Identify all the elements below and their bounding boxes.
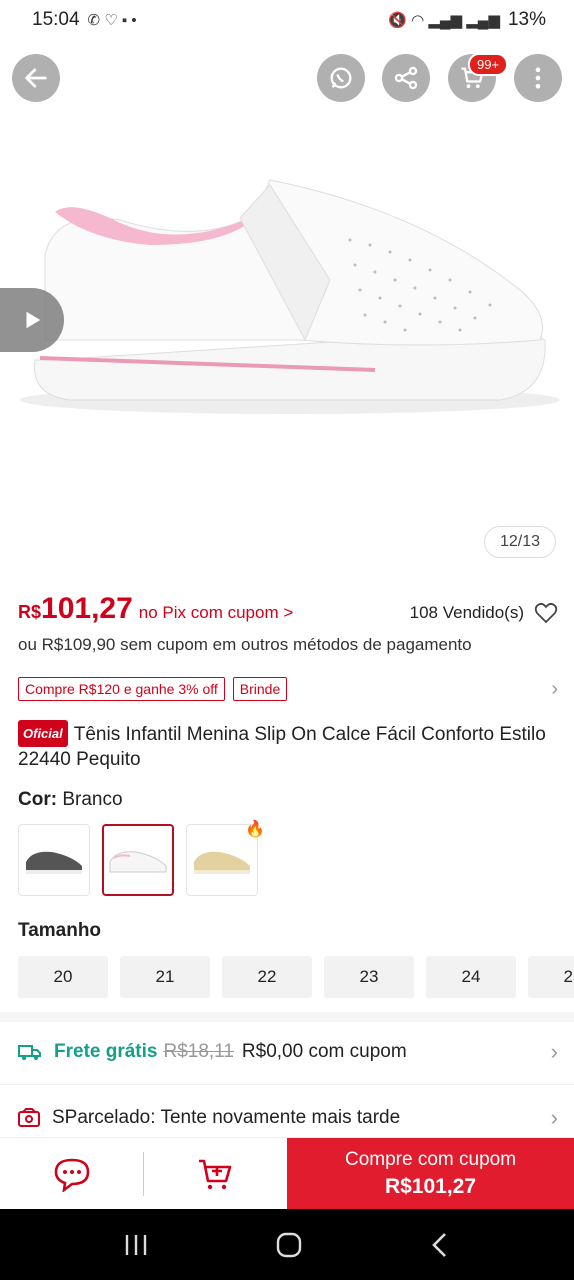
installments-row[interactable]: SParcelado: Tente novamente mais tarde › xyxy=(18,1098,558,1138)
product-title-text: Tênis Infantil Menina Slip On Calce Fáci… xyxy=(18,724,546,770)
buy-button-price: R$101,27 xyxy=(384,1175,477,1198)
color-swatch-black[interactable] xyxy=(18,824,90,896)
alt-price-text: ou R$109,90 sem cupom em outros métodos … xyxy=(18,635,472,654)
installment-icon xyxy=(18,1108,40,1127)
color-label: Cor: Branco xyxy=(18,789,123,811)
promo-tag[interactable]: Compre R$120 e ganhe 3% off xyxy=(18,677,225,701)
chat-icon xyxy=(54,1158,89,1192)
back-nav-icon[interactable] xyxy=(429,1232,451,1258)
heart-icon[interactable] xyxy=(534,602,558,624)
system-nav-bar xyxy=(0,1209,574,1280)
chevron-right-icon: › xyxy=(550,1039,558,1064)
size-option[interactable]: 20 xyxy=(18,956,108,998)
arrow-left-icon xyxy=(25,68,47,88)
whatsapp-icon xyxy=(330,67,352,89)
play-video-button[interactable] xyxy=(0,288,64,352)
play-icon xyxy=(26,311,41,329)
product-image xyxy=(20,179,560,414)
chevron-right-icon: › xyxy=(550,1105,558,1130)
size-option[interactable]: 21 xyxy=(120,956,210,998)
old-shipping-price: R$18,11 xyxy=(163,1041,234,1062)
clock: 15:04 xyxy=(32,9,80,30)
signal-icons: 🔇 ◠ ▂▄▆ ▂▄▆ xyxy=(388,12,500,29)
chat-button[interactable] xyxy=(0,1138,143,1210)
color-swatch-gold[interactable]: 🔥 xyxy=(186,821,265,896)
fire-icon: 🔥 xyxy=(245,821,265,838)
section-divider xyxy=(0,1012,574,1022)
shipping-row[interactable]: Frete grátis R$18,11 R$0,00 com cupom › xyxy=(18,1032,558,1072)
promo-tags[interactable]: Compre R$120 e ganhe 3% off Brinde › xyxy=(18,676,558,702)
installments-text: SParcelado: Tente novamente mais tarde xyxy=(52,1107,401,1128)
sold-count-text: 108 Vendido(s) xyxy=(409,603,524,622)
price-value: 101,27 xyxy=(41,592,133,625)
size-options: 20 21 22 23 24 25 xyxy=(18,956,574,998)
more-vertical-icon xyxy=(535,67,541,89)
buy-with-coupon-button[interactable]: Compre com cupom R$101,27 xyxy=(287,1138,574,1210)
share-icon xyxy=(394,66,418,90)
battery-level: 13% xyxy=(507,9,546,30)
color-swatch-white[interactable] xyxy=(102,824,174,896)
pix-coupon-link[interactable]: no Pix com cupom > xyxy=(139,603,294,623)
free-shipping-label: Frete grátis xyxy=(54,1041,158,1062)
gift-tag[interactable]: Brinde xyxy=(232,677,288,701)
more-options-button[interactable] xyxy=(514,54,562,102)
product-title: Oficial Tênis Infantil Menina Slip On Cal… xyxy=(18,720,562,772)
truck-icon xyxy=(18,1045,41,1060)
price-row: R$ 101,27 no Pix com cupom > 108 Vendido… xyxy=(18,592,558,632)
back-button[interactable] xyxy=(12,54,60,102)
add-to-cart-icon xyxy=(198,1159,231,1190)
cart-count-badge: 99+ xyxy=(468,53,509,76)
bottom-action-bar: Compre com cupom R$101,27 xyxy=(0,1137,574,1210)
image-counter: 12/13 xyxy=(484,526,556,558)
sold-count: 108 Vendido(s) xyxy=(410,602,558,624)
home-icon[interactable] xyxy=(275,1231,303,1259)
size-option[interactable]: 25 xyxy=(528,956,574,998)
status-bar: 15:04 ✆ ♡ ▪ • 🔇 ◠ ▂▄▆ ▂▄▆ 13% xyxy=(0,0,574,40)
size-option[interactable]: 22 xyxy=(222,956,312,998)
size-label: Tamanho xyxy=(18,920,102,941)
color-label-key: Cor: xyxy=(18,789,58,810)
row-divider xyxy=(0,1084,574,1085)
whatsapp-share-button[interactable] xyxy=(317,54,365,102)
product-gallery[interactable]: 99+ 12/13 xyxy=(0,40,574,580)
swatch-image xyxy=(109,851,167,873)
new-shipping-price: R$0,00 com cupom xyxy=(241,1041,407,1062)
color-value: Branco xyxy=(62,789,123,810)
size-option[interactable]: 23 xyxy=(324,956,414,998)
recent-apps-icon[interactable] xyxy=(123,1233,149,1257)
share-button[interactable] xyxy=(382,54,430,102)
chevron-right-icon: › xyxy=(551,677,558,700)
add-to-cart-button[interactable] xyxy=(144,1138,287,1210)
currency: R$ xyxy=(18,602,42,622)
swatch-image xyxy=(26,851,82,874)
buy-button-label: Compre com cupom xyxy=(344,1149,517,1170)
color-swatches: 🔥 xyxy=(18,821,265,896)
official-badge: Oficial xyxy=(18,720,68,747)
size-option[interactable]: 24 xyxy=(426,956,516,998)
swatch-image xyxy=(194,851,250,874)
notification-icons: ✆ ♡ ▪ • xyxy=(87,12,137,29)
